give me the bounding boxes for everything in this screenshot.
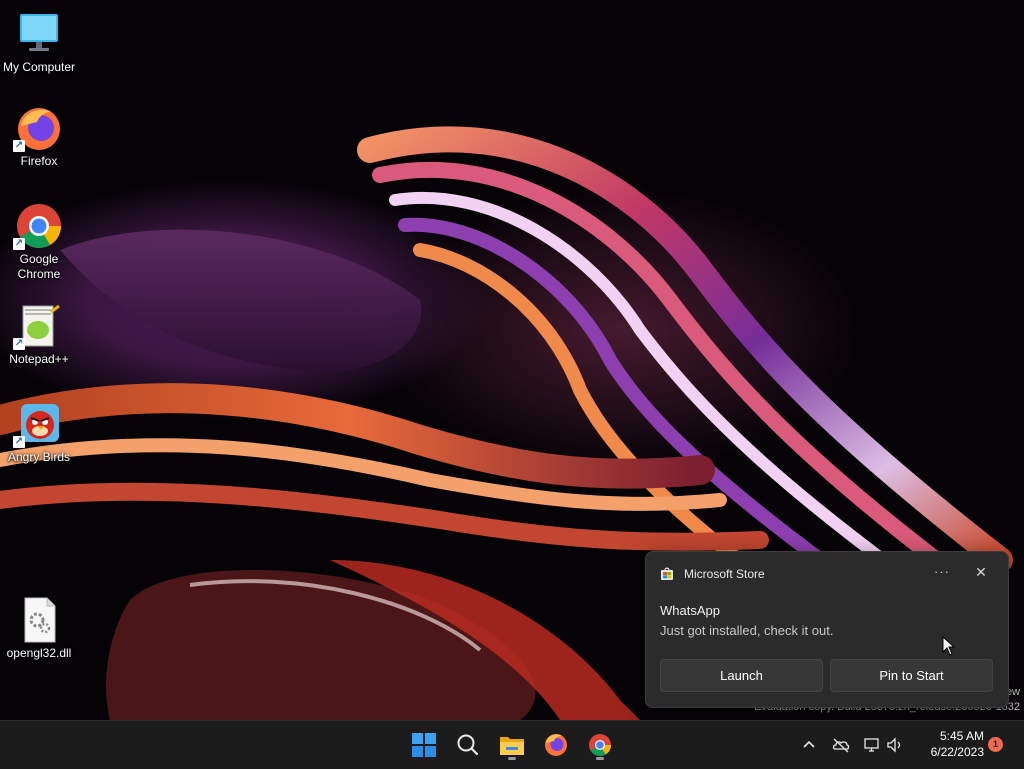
icon-label: Firefox	[20, 154, 58, 168]
more-options-icon[interactable]: ···	[932, 564, 952, 579]
shortcut-arrow-icon: ↗	[13, 140, 25, 152]
desktop-icon-chrome[interactable]: ↗ Google Chrome	[0, 202, 78, 282]
toast-title: WhatsApp	[660, 603, 720, 618]
taskbar-firefox-button[interactable]	[539, 729, 573, 761]
network-icon[interactable]	[862, 735, 882, 755]
toast-header: Microsoft Store	[660, 566, 765, 582]
chevron-up-icon[interactable]	[799, 735, 819, 755]
notification-badge[interactable]: 1	[988, 737, 1003, 752]
desktop-icon-opengl32[interactable]: opengl32.dll	[0, 596, 78, 661]
shortcut-arrow-icon: ↗	[13, 436, 25, 448]
desktop: My Computer ↗ Firefox ↗ Google Chrome ↗ …	[0, 0, 1024, 720]
desktop-icon-angry-birds[interactable]: ↗ Angry Birds	[0, 400, 78, 465]
desktop-icon-my-computer[interactable]: My Computer	[0, 10, 78, 75]
firefox-icon	[545, 734, 567, 756]
notepadpp-icon: ↗	[13, 302, 63, 350]
search-icon	[457, 734, 479, 756]
desktop-icon-firefox[interactable]: ↗ Firefox	[0, 104, 78, 169]
icon-label: Angry Birds	[7, 450, 71, 464]
running-indicator	[596, 757, 604, 760]
toast-body: Just got installed, check it out.	[660, 623, 834, 638]
pin-to-start-button[interactable]: Pin to Start	[830, 659, 993, 692]
firefox-icon: ↗	[13, 104, 63, 152]
close-icon[interactable]: ✕	[972, 563, 990, 581]
icon-label: Google Chrome	[17, 252, 61, 281]
taskbar-chrome-button[interactable]	[583, 729, 617, 761]
desktop-icon-notepadpp[interactable]: ↗ Notepad++	[0, 302, 78, 367]
launch-button[interactable]: Launch	[660, 659, 823, 692]
clock-date: 6/22/2023	[930, 745, 984, 759]
monitor-icon	[15, 10, 63, 58]
toast-notification[interactable]: Microsoft Store ··· ✕ WhatsApp Just got …	[645, 551, 1009, 708]
file-explorer-button[interactable]	[495, 729, 529, 761]
icon-label: opengl32.dll	[6, 646, 72, 660]
taskbar: 5:45 AM 6/22/2023 1	[0, 720, 1024, 769]
angry-birds-icon: ↗	[13, 400, 63, 448]
start-button[interactable]	[407, 729, 441, 761]
icon-label: Notepad++	[9, 352, 69, 366]
microsoft-store-icon	[660, 567, 674, 581]
chrome-icon: ↗	[13, 202, 63, 250]
onedrive-icon[interactable]	[831, 735, 851, 755]
shortcut-arrow-icon: ↗	[13, 338, 25, 350]
icon-label: My Computer	[2, 60, 76, 74]
clock-time: 5:45 AM	[939, 729, 984, 743]
toast-app-name: Microsoft Store	[684, 567, 765, 581]
shortcut-arrow-icon: ↗	[13, 238, 25, 250]
dll-file-icon	[15, 596, 63, 644]
start-icon	[412, 733, 436, 757]
volume-icon[interactable]	[885, 735, 905, 755]
running-indicator	[508, 757, 516, 760]
clock[interactable]: 5:45 AM 6/22/2023	[912, 728, 984, 760]
mouse-cursor-icon	[942, 636, 956, 656]
search-button[interactable]	[451, 729, 485, 761]
